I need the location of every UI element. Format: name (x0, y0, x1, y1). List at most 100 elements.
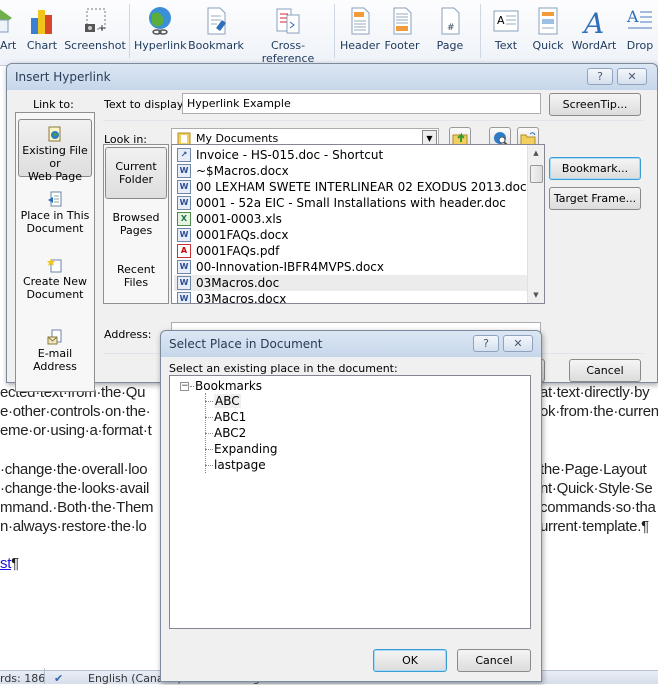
ribbon-text-box-button[interactable]: A Text (488, 6, 524, 52)
file-list-item[interactable]: W 00 LEXHAM SWETE INTERLINEAR 02 EXODUS 2… (174, 179, 534, 195)
cancel-button[interactable]: Cancel (569, 359, 641, 382)
ribbon-quick-parts-label: Quick (532, 39, 564, 52)
tree-connector (205, 449, 213, 450)
ribbon-chart-button[interactable]: Chart (26, 6, 58, 52)
text-to-display-input[interactable]: Hyperlink Example (182, 93, 541, 114)
tree-connector (205, 417, 213, 418)
ribbon-screenshot-button[interactable]: Screenshot (64, 6, 126, 52)
link-to-label: Link to: (33, 98, 74, 111)
document-text-line: e·other·controls·on·the· (0, 403, 151, 420)
file-list[interactable]: ↗ Invoice - HS-015.doc - Shortcut W ~$Macr… (171, 144, 545, 304)
file-list-scrollbar[interactable]: ▲ ▼ (527, 145, 544, 303)
file-list-item[interactable]: A 0001FAQs.pdf (174, 243, 528, 259)
file-name: 00 LEXHAM SWETE INTERLINEAR 02 EXODUS 20… (196, 180, 534, 194)
target-frame-button[interactable]: Target Frame... (549, 187, 641, 210)
bookmark-item[interactable]: ABC1 (214, 410, 246, 424)
ribbon-drop-cap-label: Drop (626, 39, 654, 52)
status-divider (44, 668, 45, 684)
document-hyperlink[interactable]: st (0, 555, 11, 572)
document-text-line: urrent·template.¶ (540, 518, 649, 535)
bookmark-button[interactable]: Bookmark... (549, 157, 641, 180)
select-place-close-button[interactable]: ✕ (503, 335, 533, 352)
select-place-prompt: Select an existing place in the document… (169, 362, 398, 375)
pdf-icon: A (177, 244, 191, 258)
file-list-item[interactable]: W 00-Innovation-IBFR4MVPS.docx (174, 259, 528, 275)
browsed-pages-tab[interactable]: Browsed Pages (105, 211, 167, 251)
bookmark-item[interactable]: lastpage (214, 458, 266, 472)
header-icon (351, 7, 370, 35)
scroll-thumb[interactable] (530, 165, 543, 183)
excel-icon: X (177, 212, 191, 226)
file-name: 0001-0003.xls (196, 212, 282, 226)
close-button[interactable]: ✕ (617, 68, 647, 85)
ribbon-smartart-label: tArt (0, 39, 17, 52)
file-list-item-highlighted[interactable]: W 03Macros.doc (174, 275, 528, 291)
link-to-create-new-document[interactable]: Create New Document (18, 257, 92, 307)
bookmark-item[interactable]: ABC (214, 394, 241, 408)
current-folder-label-2: Folder (119, 173, 153, 186)
ribbon-header-label: Header (339, 39, 381, 52)
file-name: 0001 - 52a EIC - Small Installations wit… (196, 196, 506, 210)
ribbon-footer-button[interactable]: Footer (382, 6, 422, 52)
document-text-line: n·always·restore·the·lo (0, 518, 147, 535)
select-place-help-button[interactable]: ? (473, 335, 499, 352)
link-to-email-address[interactable]: E-mail Address (18, 329, 92, 373)
ribbon-text-box-label: Text (494, 39, 518, 52)
email-address-icon (47, 329, 62, 345)
ribbon-header-button[interactable]: Header (338, 6, 382, 52)
ribbon-quick-parts-button[interactable]: Quick (530, 6, 566, 52)
file-list-item[interactable]: X 0001-0003.xls (174, 211, 528, 227)
proofing-icon[interactable]: ✔ (54, 672, 63, 685)
word-doc-icon: W (177, 228, 191, 242)
file-name: ~$Macros.docx (196, 164, 289, 178)
ribbon-wordart-label: WordArt (571, 39, 617, 52)
link-to-place-in-document[interactable]: Place in This Document (18, 191, 92, 241)
word-doc-icon: W (177, 260, 191, 274)
ribbon-screenshot-label: Screenshot (64, 39, 126, 52)
existing-file-globe-icon (48, 126, 61, 142)
ribbon-cross-reference-button[interactable]: Cross-reference (246, 6, 330, 65)
select-place-cancel-button[interactable]: Cancel (457, 649, 531, 672)
ribbon-bookmark-button[interactable]: Bookmark (188, 6, 244, 52)
file-list-item[interactable]: W 0001FAQs.docx (174, 227, 528, 243)
ribbon-hyperlink-button[interactable]: Hyperlink (134, 6, 187, 52)
link-to-existing-file[interactable]: Existing File or Web Page (18, 119, 92, 183)
file-name: 0001FAQs.pdf (196, 244, 280, 258)
bookmark-item[interactable]: Expanding (214, 442, 277, 456)
file-list-item[interactable]: W ~$Macros.docx (174, 163, 528, 179)
file-list-item[interactable]: ↗ Invoice - HS-015.doc - Shortcut (174, 147, 528, 163)
bookmark-tree[interactable]: − Bookmarks ABC ABC1 ABC2 Expanding last… (169, 375, 531, 629)
ribbon-page-number-button[interactable]: # Page (430, 6, 470, 52)
link-to-bar: Existing File or Web Page Place in This … (15, 112, 95, 392)
bookmark-icon (207, 7, 226, 35)
word-doc-icon: W (177, 292, 191, 303)
help-button[interactable]: ? (587, 68, 613, 85)
ribbon-chart-label: Chart (26, 39, 58, 52)
current-folder-tab[interactable]: Current Folder (105, 147, 167, 199)
text-to-display-label: Text to display: (104, 98, 187, 111)
word-count[interactable]: rds: 186 (0, 672, 45, 685)
ribbon-smartart-button[interactable]: tArt (0, 6, 20, 52)
svg-text:A: A (581, 7, 604, 36)
tree-root-bookmarks[interactable]: Bookmarks (195, 379, 262, 393)
shortcut-icon: ↗ (177, 148, 191, 162)
screentip-button[interactable]: ScreenTip... (549, 93, 641, 116)
new-document-icon (47, 258, 62, 273)
file-list-item[interactable]: W 03Macros.docx (174, 291, 528, 303)
tree-connector (205, 433, 213, 434)
collapse-icon[interactable]: − (180, 382, 189, 391)
svg-text:A: A (497, 14, 505, 27)
footer-icon (393, 7, 412, 35)
recent-files-tab[interactable]: Recent Files (105, 263, 167, 303)
smartart-icon (0, 9, 12, 33)
place-in-document-icon (48, 191, 62, 207)
ok-button[interactable]: OK (373, 649, 447, 672)
text-box-icon: A (493, 10, 519, 32)
bookmark-item[interactable]: ABC2 (214, 426, 246, 440)
scroll-down-arrow-icon[interactable]: ▼ (528, 287, 544, 303)
ribbon-drop-cap-button[interactable]: A Drop (622, 6, 658, 52)
scroll-up-arrow-icon[interactable]: ▲ (528, 145, 544, 161)
file-list-item[interactable]: W 0001 - 52a EIC - Small Installations wi… (174, 195, 528, 211)
link-to-place-label-2: Document (26, 222, 84, 235)
ribbon-wordart-button[interactable]: A WordArt (570, 6, 618, 52)
